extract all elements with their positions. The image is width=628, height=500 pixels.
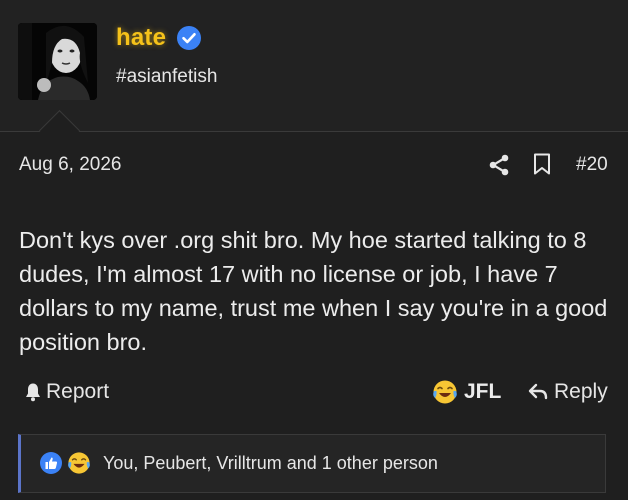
divider — [0, 131, 628, 132]
bell-icon — [26, 383, 40, 402]
like-icon — [40, 452, 62, 474]
avatar-image — [18, 23, 97, 100]
user-info-block: hate #asianfetish — [0, 0, 628, 131]
avatar[interactable] — [18, 23, 97, 100]
report-button[interactable]: Report — [24, 380, 109, 404]
reply-icon — [528, 383, 548, 400]
reply-label: Reply — [554, 380, 608, 403]
username[interactable]: hate — [116, 24, 166, 52]
reply-button[interactable]: Reply — [528, 380, 608, 404]
reactions-bar[interactable]: You, Peubert, Vrilltrum and 1 other pers… — [18, 434, 606, 493]
bookmark-icon[interactable] — [532, 153, 552, 175]
user-title: #asianfetish — [116, 66, 218, 87]
post-date[interactable]: Aug 6, 2026 — [19, 154, 121, 176]
laughing-crying-icon — [433, 380, 457, 404]
post-body: Don't kys over .org shit bro. My hoe sta… — [19, 227, 608, 355]
verified-check-icon — [177, 26, 202, 50]
reaction-label: JFL — [464, 380, 502, 403]
post-number[interactable]: #20 — [576, 154, 608, 176]
report-label: Report — [46, 380, 110, 403]
reactions-summary[interactable]: You, Peubert, Vrilltrum and 1 other pers… — [103, 453, 438, 474]
reaction-button[interactable]: JFL — [432, 379, 501, 405]
share-icon[interactable] — [487, 153, 511, 177]
post-actions: Report JFL Reply — [0, 380, 628, 410]
laughing-crying-icon — [68, 452, 90, 474]
